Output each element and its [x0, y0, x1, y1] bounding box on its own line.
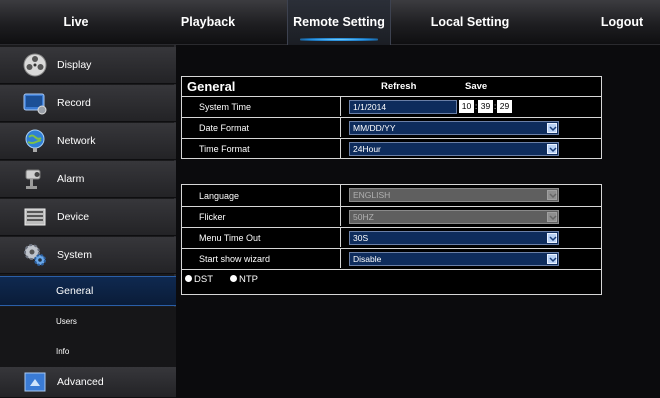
flicker-value: 50HZ	[353, 212, 374, 222]
dst-radio[interactable]: DST	[185, 274, 213, 285]
date-format-label: Date Format	[199, 123, 250, 133]
refresh-button[interactable]: Refresh	[381, 77, 416, 96]
start-wizard-select[interactable]: Disable	[349, 252, 559, 266]
date-format-row: Date Format MM/DD/YY	[182, 117, 601, 137]
sidebar-item-record[interactable]: Record	[0, 85, 176, 122]
chevron-down-icon[interactable]	[547, 233, 557, 243]
time-separator: :	[475, 102, 478, 111]
divider	[340, 207, 341, 226]
chevron-down-icon	[547, 212, 557, 222]
minute-field[interactable]: 39	[478, 100, 493, 113]
menu-timeout-select[interactable]: 30S	[349, 231, 559, 245]
start-wizard-value: Disable	[353, 254, 382, 264]
sidebar-item-alarm[interactable]: Alarm	[0, 161, 176, 198]
sidebar-subitem-label: General	[56, 285, 94, 297]
dst-label: DST	[194, 274, 213, 285]
record-icon	[22, 90, 48, 116]
alarm-icon	[22, 166, 48, 192]
system-time-row: System Time 1/1/2014 10 : 39 : 29	[182, 96, 601, 116]
chevron-down-icon[interactable]	[547, 123, 557, 133]
sidebar-item-label: Record	[57, 97, 91, 109]
hour-field[interactable]: 10	[459, 100, 474, 113]
display-icon	[22, 52, 48, 78]
time-format-value: 24Hour	[353, 144, 381, 154]
sidebar-item-display[interactable]: Display	[0, 47, 176, 84]
sidebar: Display Record Network Alarm Device Syst…	[0, 45, 176, 398]
sidebar-item-advanced[interactable]: Advanced	[0, 367, 176, 398]
second-field[interactable]: 29	[497, 100, 512, 113]
chevron-down-icon	[547, 190, 557, 200]
tab-remote-setting[interactable]: Remote Setting	[287, 0, 391, 45]
tab-live[interactable]: Live	[36, 0, 116, 45]
ntp-label: NTP	[239, 274, 258, 285]
divider	[340, 185, 341, 206]
sidebar-item-label: System	[57, 249, 93, 261]
divider	[340, 249, 341, 268]
date-format-value: MM/DD/YY	[353, 123, 396, 133]
sidebar-item-label: Display	[57, 59, 92, 71]
sidebar-item-network[interactable]: Network	[0, 123, 176, 160]
dst-ntp-row: DST NTP	[182, 269, 601, 295]
save-button[interactable]: Save	[465, 77, 487, 96]
ntp-radio[interactable]: NTP	[230, 274, 258, 285]
date-format-select[interactable]: MM/DD/YY	[349, 121, 559, 135]
time-format-label: Time Format	[199, 144, 250, 154]
sidebar-item-device[interactable]: Device	[0, 199, 176, 236]
sidebar-item-system[interactable]: System	[0, 237, 176, 274]
network-icon	[22, 128, 48, 154]
system-icon	[22, 242, 48, 268]
divider	[340, 118, 341, 137]
page-title: General	[187, 79, 236, 94]
divider	[340, 97, 341, 116]
sidebar-subitem-label: Info	[56, 347, 70, 356]
language-select[interactable]: ENGLISH	[349, 188, 559, 202]
sidebar-item-label: Device	[57, 211, 90, 223]
date-field[interactable]: 1/1/2014	[349, 100, 457, 114]
flicker-row: Flicker 50HZ	[182, 206, 601, 226]
main-content: General Refresh Save System Time 1/1/201…	[178, 45, 660, 398]
tab-local-setting[interactable]: Local Setting	[420, 0, 520, 45]
language-value: ENGLISH	[353, 190, 391, 200]
divider	[340, 228, 341, 247]
system-time-label: System Time	[199, 102, 252, 112]
time-format-row: Time Format 24Hour	[182, 138, 601, 158]
start-wizard-row: Start show wizard Disable	[182, 248, 601, 268]
language-row: Language ENGLISH	[182, 185, 601, 206]
time-separator: :	[494, 102, 497, 111]
tab-logout[interactable]: Logout	[588, 0, 656, 45]
tab-playback[interactable]: Playback	[168, 0, 248, 45]
radio-dot-icon	[185, 275, 192, 282]
flicker-select[interactable]: 50HZ	[349, 210, 559, 224]
sidebar-item-label: Alarm	[57, 173, 85, 185]
menu-timeout-value: 30S	[353, 233, 369, 243]
language-label: Language	[199, 191, 240, 201]
start-wizard-label: Start show wizard	[199, 254, 271, 264]
sidebar-subitem-label: Users	[56, 317, 77, 326]
advanced-icon	[22, 370, 48, 396]
time-format-select[interactable]: 24Hour	[349, 142, 559, 156]
general-panel-2: Language ENGLISH Flicker 50HZ Menu Time …	[181, 184, 602, 295]
menu-timeout-row: Menu Time Out 30S	[182, 227, 601, 247]
chevron-down-icon[interactable]	[547, 144, 557, 154]
radio-dot-icon	[230, 275, 237, 282]
top-navigation: Live Playback Remote Setting Local Setti…	[0, 0, 660, 45]
sidebar-subitem-info[interactable]: Info	[0, 337, 176, 367]
sidebar-item-label: Network	[57, 135, 96, 147]
flicker-label: Flicker	[199, 212, 226, 222]
sidebar-subitem-general[interactable]: General	[0, 276, 176, 306]
general-panel: General Refresh Save System Time 1/1/201…	[181, 76, 602, 159]
chevron-down-icon[interactable]	[547, 254, 557, 264]
divider	[340, 139, 341, 158]
menu-timeout-label: Menu Time Out	[199, 233, 261, 243]
device-icon	[22, 204, 48, 230]
sidebar-item-label: Advanced	[57, 376, 104, 388]
sidebar-subitem-users[interactable]: Users	[0, 307, 176, 337]
